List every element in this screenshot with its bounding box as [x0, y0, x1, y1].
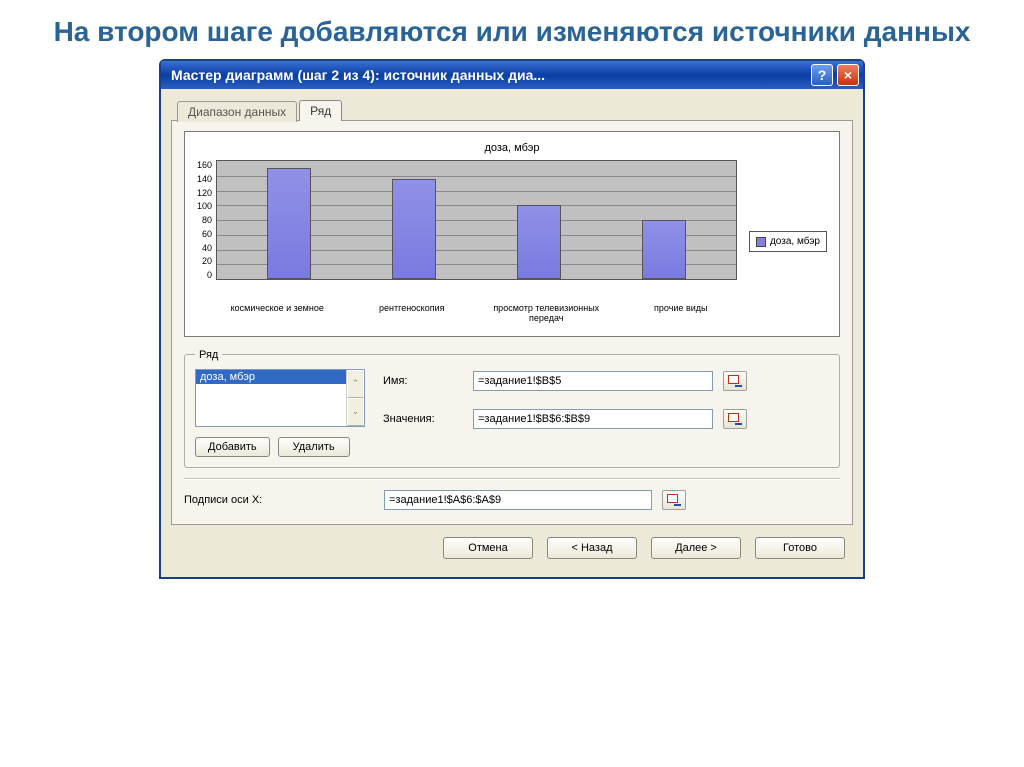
add-series-button[interactable]: Добавить — [195, 437, 270, 457]
y-tick: 60 — [202, 229, 212, 239]
titlebar: Мастер диаграмм (шаг 2 из 4): источник д… — [161, 61, 863, 89]
dialog-window: Мастер диаграмм (шаг 2 из 4): источник д… — [159, 59, 865, 579]
range-select-icon — [728, 375, 742, 387]
chart-legend: доза, мбэр — [749, 231, 827, 252]
y-tick: 40 — [202, 243, 212, 253]
y-tick: 120 — [197, 188, 212, 198]
tab-data-range[interactable]: Диапазон данных — [177, 101, 297, 122]
y-tick: 100 — [197, 201, 212, 211]
series-listbox[interactable]: доза, мбэр ⌃ ⌄ — [195, 369, 365, 427]
y-tick: 20 — [202, 256, 212, 266]
name-label: Имя: — [383, 375, 463, 387]
values-ref-button[interactable] — [723, 409, 747, 429]
back-button[interactable]: < Назад — [547, 537, 637, 559]
remove-series-button[interactable]: Удалить — [278, 437, 350, 457]
series-scroll-up[interactable]: ⌃ — [347, 370, 364, 398]
chart-grid — [216, 160, 737, 280]
chart-preview: доза, мбэр 160 140 120 100 80 60 40 — [184, 131, 840, 337]
y-axis: 160 140 120 100 80 60 40 20 0 — [197, 160, 216, 280]
x-axis-labels-input[interactable] — [384, 490, 652, 510]
series-scroll-down[interactable]: ⌄ — [347, 398, 364, 426]
next-button[interactable]: Далее > — [651, 537, 741, 559]
window-title: Мастер диаграмм (шаг 2 из 4): источник д… — [171, 67, 807, 83]
x-axis-labels-label: Подписи оси X: — [184, 494, 374, 506]
y-tick: 80 — [202, 215, 212, 225]
name-input[interactable] — [473, 371, 713, 391]
help-icon: ? — [818, 67, 827, 83]
y-tick: 160 — [197, 160, 212, 170]
name-ref-button[interactable] — [723, 371, 747, 391]
dialog-body: Диапазон данных Ряд доза, мбэр 160 140 1… — [161, 89, 863, 577]
chart-bar — [267, 168, 311, 279]
series-item-selected[interactable]: доза, мбэр — [196, 370, 346, 384]
y-tick: 0 — [207, 270, 212, 280]
x-tick-label: просмотр телевизионных передач — [490, 304, 603, 324]
legend-swatch-icon — [756, 237, 766, 247]
close-button[interactable]: × — [837, 64, 859, 86]
chart-bar — [517, 205, 561, 279]
chart-bar — [642, 220, 686, 279]
tab-panel-series: доза, мбэр 160 140 120 100 80 60 40 — [171, 120, 853, 525]
x-axis-labels: космическое и земное рентгеноскопия просмо… — [197, 304, 737, 324]
tab-series[interactable]: Ряд — [299, 100, 342, 121]
y-tick: 140 — [197, 174, 212, 184]
x-tick-label: космическое и земное — [221, 304, 334, 324]
series-fieldset: Ряд доза, мбэр ⌃ ⌄ — [184, 349, 840, 468]
series-legend: Ряд — [195, 349, 222, 361]
x-tick-label: прочие виды — [625, 304, 738, 324]
x-axis-ref-button[interactable] — [662, 490, 686, 510]
tabs: Диапазон данных Ряд — [171, 97, 853, 121]
wizard-buttons: Отмена < Назад Далее > Готово — [171, 525, 853, 565]
chart-title: доза, мбэр — [197, 142, 827, 154]
help-button[interactable]: ? — [811, 64, 833, 86]
values-input[interactable] — [473, 409, 713, 429]
x-tick-label: рентгеноскопия — [356, 304, 469, 324]
range-select-icon — [667, 494, 681, 506]
finish-button[interactable]: Готово — [755, 537, 845, 559]
range-select-icon — [728, 413, 742, 425]
values-label: Значения: — [383, 413, 463, 425]
cancel-button[interactable]: Отмена — [443, 537, 533, 559]
chart-bar — [392, 179, 436, 279]
slide-title: На втором шаге добавляются или изменяютс… — [0, 0, 1024, 59]
divider — [184, 478, 840, 480]
close-icon: × — [844, 67, 852, 83]
legend-label: доза, мбэр — [770, 236, 820, 247]
